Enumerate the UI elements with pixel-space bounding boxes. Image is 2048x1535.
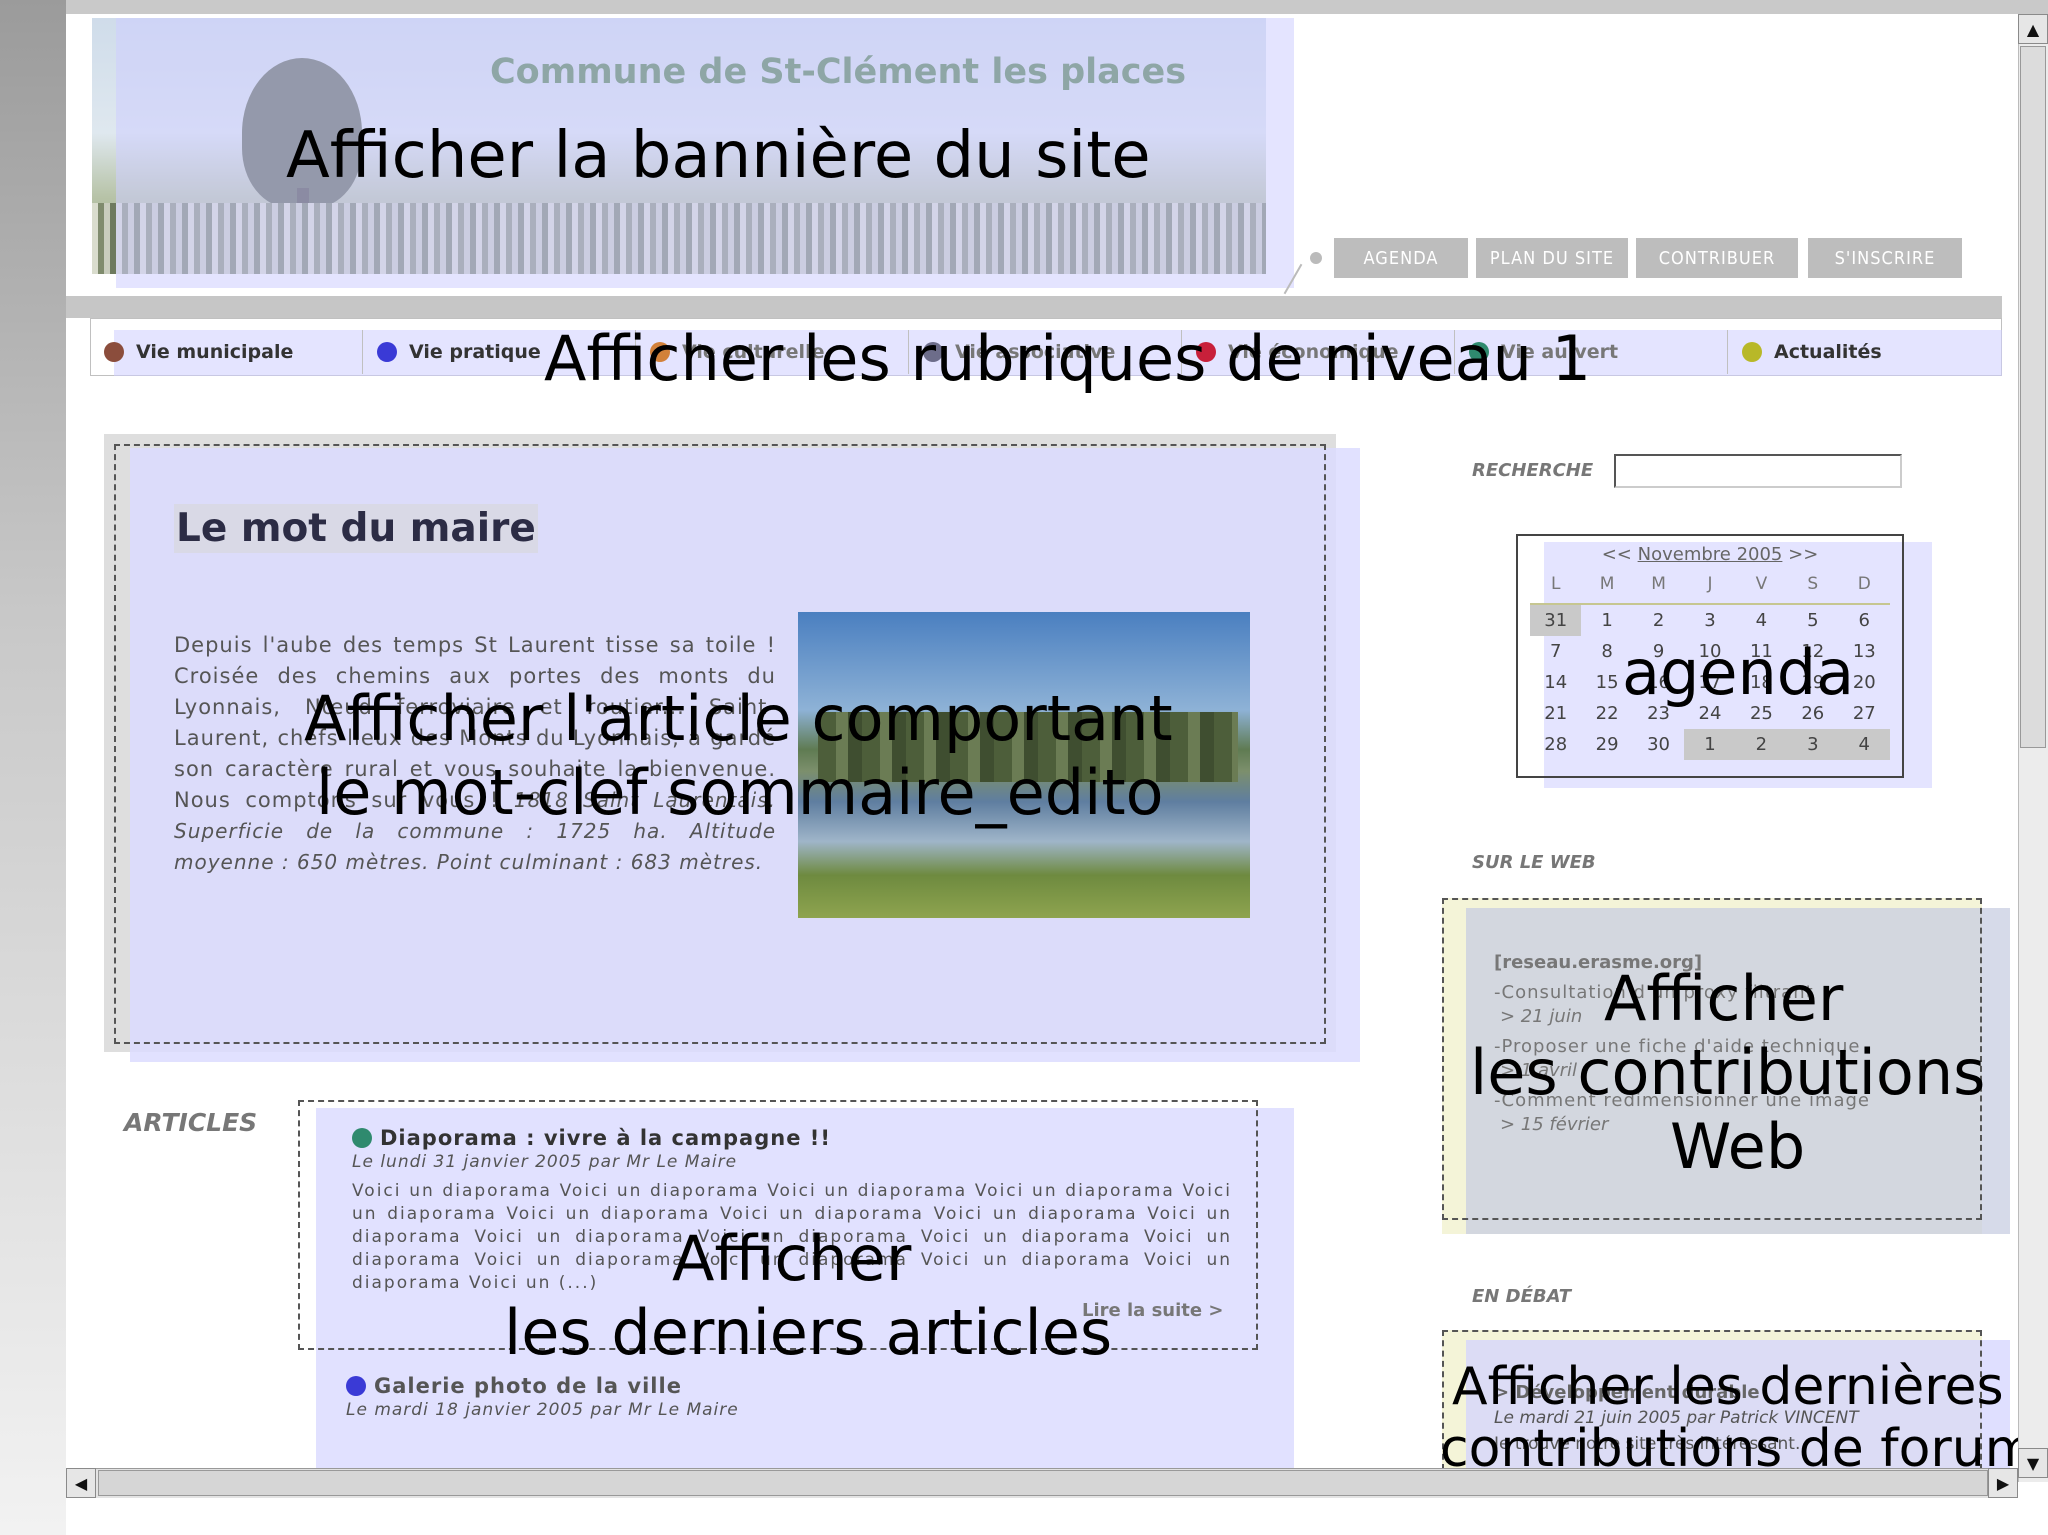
nav-label: Vie pratique: [409, 341, 541, 363]
nav-band: [66, 296, 2002, 318]
calendar-day[interactable]: 2: [1735, 729, 1788, 760]
annotation-articles-2: les derniers articles: [504, 1296, 1113, 1369]
calendar-prev-link[interactable]: <<: [1602, 544, 1632, 565]
calendar-day-name: J: [1707, 574, 1713, 594]
annotation-edito-1: Afficher l'article comportant: [304, 682, 1173, 755]
subscribe-button[interactable]: S'INSCRIRE: [1808, 238, 1962, 278]
scroll-up-button[interactable]: ▲: [2018, 14, 2048, 44]
calendar-next-link[interactable]: >>: [1788, 544, 1818, 565]
calendar-day[interactable]: 28: [1530, 729, 1581, 760]
calendar-day-name: D: [1857, 574, 1871, 594]
calendar-month-link[interactable]: Novembre 2005: [1638, 544, 1783, 565]
web-section-label: SUR LE WEB: [1472, 852, 1596, 873]
web-item-date: > 15 février: [1500, 1114, 1609, 1135]
nav-label: Vie municipale: [136, 341, 294, 363]
scroll-right-button[interactable]: ▶: [1988, 1468, 2018, 1498]
vertical-scroll-thumb[interactable]: [2020, 46, 2046, 748]
annotation-banner: Afficher la bannière du site: [286, 119, 1151, 193]
debate-section-label: EN DÉBAT: [1472, 1286, 1572, 1307]
annotation-agenda: agenda: [1622, 636, 1855, 709]
window-top-strip: [66, 0, 2048, 14]
horizontal-scroll-thumb[interactable]: [98, 1470, 1988, 1496]
nav-vie-municipale[interactable]: Vie municipale: [90, 330, 363, 374]
annotation-web-3: Web: [1670, 1110, 1806, 1183]
window-left-gradient: [0, 0, 66, 1535]
calendar-day-name: M: [1651, 574, 1666, 594]
rubrique-dot-icon: [1742, 342, 1762, 362]
calendar-day-name: S: [1807, 574, 1819, 594]
article-title[interactable]: Galerie photo de la ville: [374, 1374, 682, 1398]
nav-label: Actualités: [1774, 341, 1882, 363]
rubrique-dot-icon: [104, 342, 124, 362]
article-dot-icon: [352, 1128, 372, 1148]
annotation-debate-1: Afficher les dernières: [1452, 1357, 2004, 1417]
calendar-day[interactable]: 31: [1530, 604, 1582, 636]
article-item[interactable]: Galerie photo de la ville Le mardi 18 ja…: [346, 1374, 1226, 1420]
calendar-day[interactable]: 14: [1530, 667, 1581, 698]
calendar-day[interactable]: 4: [1736, 604, 1787, 636]
calendar-day[interactable]: 1: [1581, 604, 1632, 636]
nav-actualites[interactable]: Actualités: [1728, 330, 2002, 374]
calendar-day[interactable]: 7: [1530, 636, 1581, 667]
article-title[interactable]: Diaporama : vivre à la campagne !!: [380, 1126, 831, 1150]
calendar-day[interactable]: 5: [1787, 604, 1838, 636]
annotation-edito-2: le mot-clef sommaire_edito: [316, 756, 1164, 829]
article-title-row: Diaporama : vivre à la campagne !!: [352, 1126, 1232, 1150]
rubrique-dot-icon: [377, 342, 397, 362]
edito-title: Le mot du maire: [174, 504, 538, 553]
articles-section-label: ARTICLES: [124, 1108, 258, 1137]
web-item-date: > 21 juin: [1500, 1006, 1583, 1027]
annotation-articles-1: Afficher: [672, 1222, 912, 1295]
article-dot-icon: [346, 1376, 366, 1396]
article-title-row: Galerie photo de la ville: [346, 1374, 1226, 1398]
search-input[interactable]: [1614, 454, 1902, 488]
calendar-day[interactable]: 6: [1839, 604, 1890, 636]
scroll-left-button[interactable]: ◀: [66, 1468, 96, 1498]
calendar-day[interactable]: 1: [1684, 729, 1736, 760]
calendar-day[interactable]: 30: [1633, 729, 1684, 760]
calendar-day[interactable]: 4: [1838, 729, 1890, 760]
calendar-day[interactable]: 29: [1581, 729, 1632, 760]
calendar-day-name: M: [1599, 574, 1615, 594]
annotation-web-1: Afficher: [1604, 962, 1844, 1035]
contribute-button[interactable]: CONTRIBUER: [1636, 238, 1798, 278]
calendar-day[interactable]: 3: [1787, 729, 1839, 760]
calendar-day[interactable]: 2: [1633, 604, 1684, 636]
article-meta: Le lundi 31 janvier 2005 par Mr Le Maire: [352, 1152, 738, 1172]
search-label: RECHERCHE: [1472, 460, 1594, 481]
banner-link-dot: [1310, 252, 1322, 264]
calendar-day-name: V: [1755, 574, 1768, 594]
annotation-rubriques: Afficher les rubriques de niveau 1: [544, 322, 1592, 395]
calendar-day[interactable]: 3: [1684, 604, 1735, 636]
article-meta: Le mardi 18 janvier 2005 par Mr Le Maire: [346, 1400, 739, 1420]
calendar-header: << Novembre 2005 >>: [1518, 544, 1902, 565]
annotation-web-2: les contributions: [1470, 1036, 1986, 1109]
agenda-button[interactable]: AGENDA: [1334, 238, 1468, 278]
below-page-area: [66, 1498, 2048, 1535]
calendar-day[interactable]: 21: [1530, 698, 1581, 729]
calendar-day-name: L: [1550, 574, 1561, 594]
scroll-down-button[interactable]: ▼: [2018, 1448, 2048, 1478]
site-map-button[interactable]: PLAN DU SITE: [1476, 238, 1628, 278]
site-title: Commune de St-Clément les places: [490, 52, 1187, 92]
